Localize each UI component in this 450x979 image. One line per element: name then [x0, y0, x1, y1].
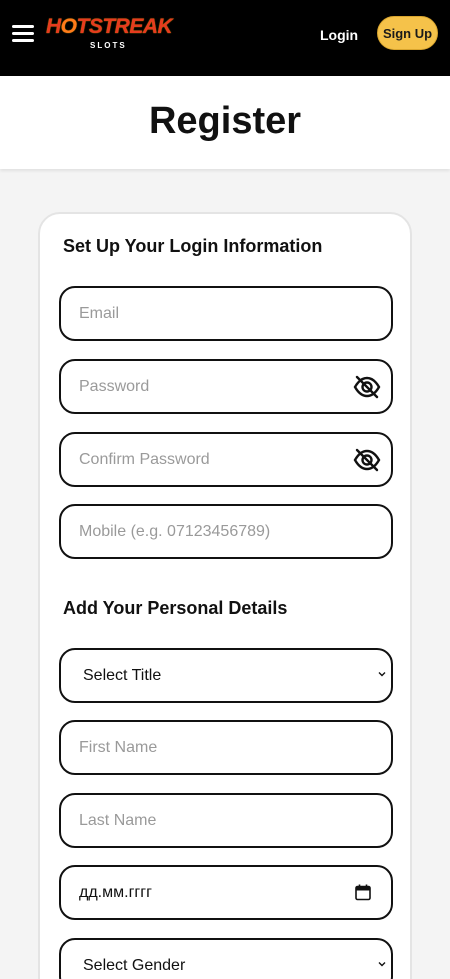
gender-select-value: Select Gender — [83, 957, 186, 974]
top-bar: HOTSTREAK SLOTS Login Sign Up — [0, 0, 450, 76]
email-field[interactable]: Email — [59, 286, 393, 341]
password-placeholder: Password — [79, 378, 150, 395]
email-placeholder: Email — [79, 305, 120, 322]
page-title: Register — [148, 100, 302, 142]
login-section-title: Set Up Your Login Information — [63, 236, 323, 256]
confirm-password-placeholder: Confirm Password — [79, 451, 210, 468]
eye-slash-icon[interactable] — [353, 447, 381, 473]
logo-subtitle: SLOTS — [90, 41, 127, 50]
gender-select[interactable]: Select Gender — [59, 938, 393, 979]
last-name-placeholder: Last Name — [79, 812, 157, 829]
mobile-field[interactable]: Mobile (e.g. 07123456789) — [59, 504, 393, 559]
logo-wordmark: HOTSTREAK — [46, 15, 173, 38]
menu-icon[interactable] — [12, 23, 36, 43]
chevron-down-icon — [378, 962, 386, 967]
password-field[interactable]: Password — [59, 359, 393, 414]
chevron-down-icon — [378, 672, 386, 677]
first-name-placeholder: First Name — [79, 739, 158, 756]
signup-button[interactable]: Sign Up — [377, 16, 438, 50]
logo[interactable]: HOTSTREAK SLOTS — [46, 15, 173, 53]
dob-value: дд.мм.гггг — [79, 884, 152, 901]
first-name-field[interactable]: First Name — [59, 720, 393, 775]
mobile-placeholder: Mobile (e.g. 07123456789) — [79, 523, 271, 540]
register-form-card: Set Up Your Login Information Email Pass… — [38, 212, 412, 979]
login-link[interactable]: Login — [320, 27, 358, 43]
eye-slash-icon[interactable] — [353, 374, 381, 400]
last-name-field[interactable]: Last Name — [59, 793, 393, 848]
title-band: Register — [0, 76, 450, 169]
date-of-birth-field[interactable]: дд.мм.гггг — [59, 865, 393, 920]
confirm-password-field[interactable]: Confirm Password — [59, 432, 393, 487]
title-select-value: Select Title — [83, 667, 162, 684]
calendar-icon[interactable] — [355, 884, 371, 901]
title-select[interactable]: Select Title — [59, 648, 393, 703]
personal-section-title: Add Your Personal Details — [63, 598, 288, 618]
